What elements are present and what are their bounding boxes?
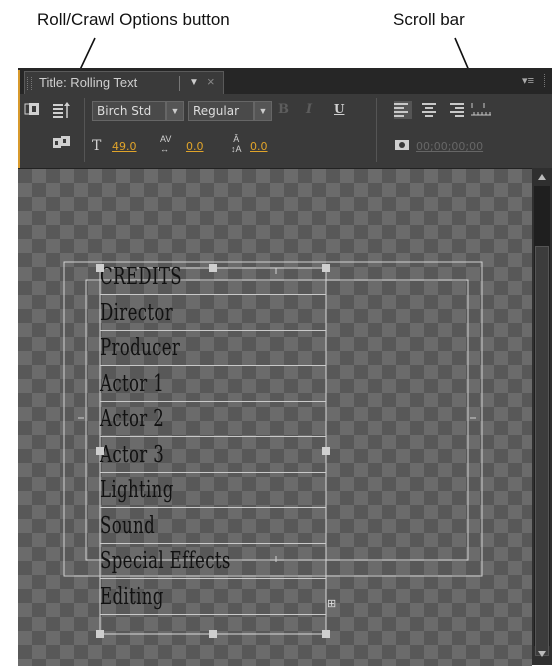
callout-roll-crawl-label: Roll/Crawl Options button xyxy=(37,10,230,29)
scroll-down-icon[interactable] xyxy=(538,651,546,657)
baseline-guide xyxy=(100,365,326,366)
font-style-dropdown[interactable]: Regular xyxy=(188,101,254,121)
tab-grip-icon[interactable] xyxy=(27,77,32,90)
title-canvas[interactable] xyxy=(18,168,532,666)
resize-handle[interactable] xyxy=(96,264,104,272)
baseline-guide xyxy=(100,329,326,331)
align-left-button[interactable] xyxy=(394,101,412,119)
resize-handle[interactable] xyxy=(322,630,330,638)
italic-button[interactable]: I xyxy=(306,102,312,117)
leading-icon: Â ↕A xyxy=(231,134,242,154)
credit-line: Actor 3 xyxy=(100,441,165,468)
resize-handle[interactable] xyxy=(322,264,330,272)
resize-handle[interactable] xyxy=(209,630,217,638)
font-style-chevron-down-icon[interactable]: ▼ xyxy=(254,101,272,121)
font-size-value[interactable]: 49.0 xyxy=(112,140,137,153)
baseline-guide xyxy=(100,436,326,437)
callout-scroll-bar-label: Scroll bar xyxy=(393,10,465,29)
divider xyxy=(376,98,377,162)
credit-line: Producer xyxy=(100,335,181,361)
scroll-up-icon[interactable] xyxy=(538,174,546,180)
overflow-plus-icon[interactable]: ⊞ xyxy=(327,597,336,610)
title-type-icon[interactable] xyxy=(24,102,40,119)
baseline-guide xyxy=(100,542,326,544)
kerning-value[interactable]: 0.0 xyxy=(186,140,204,153)
font-size-icon: T xyxy=(92,138,102,154)
scroll-thumb[interactable] xyxy=(535,246,549,656)
underline-button[interactable]: U xyxy=(334,102,344,116)
resize-handle[interactable] xyxy=(96,630,104,638)
baseline-guide xyxy=(100,507,326,508)
credit-line: Special Effects xyxy=(100,548,231,574)
credit-line: Director xyxy=(100,299,173,326)
align-right-button[interactable] xyxy=(446,101,464,119)
panel-grip-icon xyxy=(544,74,548,87)
font-family-dropdown[interactable]: Birch Std xyxy=(92,101,166,121)
baseline-guide xyxy=(100,400,326,402)
show-background-video-icon[interactable] xyxy=(394,138,410,155)
resize-handle[interactable] xyxy=(209,264,217,272)
credit-line: Actor 2 xyxy=(100,406,165,432)
tab-rolling-text[interactable]: Title: Rolling Text ▼ × xyxy=(24,71,224,94)
resize-handle[interactable] xyxy=(322,447,330,455)
template-icon[interactable] xyxy=(52,134,72,153)
baseline-guide xyxy=(100,578,326,579)
credit-line: Sound xyxy=(100,512,156,539)
leading-value[interactable]: 0.0 xyxy=(250,140,268,153)
baseline-guide xyxy=(100,294,326,295)
credit-line: Actor 1 xyxy=(100,370,165,397)
tab-title: Title: Rolling Text xyxy=(39,75,138,90)
title-toolbar: Birch Std ▼ Regular ▼ B I U T 49.0 AV ↔ 0… xyxy=(18,94,552,168)
credit-line: Editing xyxy=(100,583,164,610)
credit-line: Lighting xyxy=(100,477,174,503)
font-family-chevron-down-icon[interactable]: ▼ xyxy=(166,101,184,121)
credit-line: CREDITS xyxy=(100,264,182,290)
resize-handle[interactable] xyxy=(96,447,104,455)
tab-stops-icon[interactable] xyxy=(470,100,492,121)
scroll-bar[interactable] xyxy=(532,168,552,665)
baseline-guide xyxy=(100,471,326,473)
baseline-guide xyxy=(100,613,326,615)
divider xyxy=(179,76,180,91)
bold-button[interactable]: B xyxy=(278,102,289,117)
timecode-value[interactable]: 00;00;00;00 xyxy=(416,140,483,153)
roll-crawl-options-button[interactable] xyxy=(52,101,70,122)
tab-menu-icon[interactable]: ▼ xyxy=(187,76,201,90)
panel-menu-icon[interactable]: ▾≡ xyxy=(522,74,534,87)
kerning-icon: AV ↔ xyxy=(160,134,172,154)
align-center-button[interactable] xyxy=(420,101,438,119)
close-icon[interactable]: × xyxy=(207,74,215,89)
divider xyxy=(84,98,85,162)
panel-tab-bar: Title: Rolling Text ▼ × ▾≡ xyxy=(18,68,552,94)
